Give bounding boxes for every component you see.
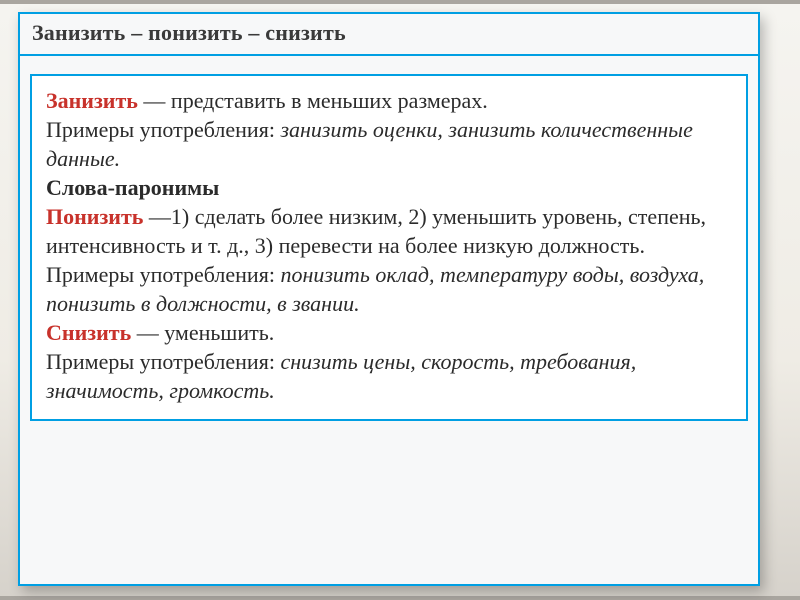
title-bar: Занизить – понизить – снизить [20, 14, 758, 56]
paronyms-header: Слова-паронимы [46, 173, 732, 202]
def-snizit: — уменьшить. [137, 320, 275, 345]
examples-zanizit: Примеры употребления: занизить оценки, з… [46, 115, 732, 173]
content-card: Занизить – понизить – снизить Занизить —… [18, 12, 760, 586]
examples-label-ponizit: Примеры употребления: [46, 262, 275, 287]
def-zanizit: — представить в меньших размерах. [143, 88, 487, 113]
entry-zanizit: Занизить — представить в меньших размера… [46, 86, 732, 115]
term-ponizit: Понизить [46, 204, 143, 229]
slide-stage: Занизить – понизить – снизить Занизить —… [0, 0, 800, 600]
examples-label-zanizit: Примеры употребления: [46, 117, 275, 142]
examples-snizit: Примеры употребления: снизить цены, скор… [46, 347, 732, 405]
entry-ponizit: Понизить —1) сделать более низким, 2) ум… [46, 202, 732, 260]
slide-title: Занизить – понизить – снизить [32, 20, 746, 46]
term-zanizit: Занизить [46, 88, 138, 113]
body-wrapper: Занизить — представить в меньших размера… [20, 56, 758, 431]
term-snizit: Снизить [46, 320, 131, 345]
examples-ponizit: Примеры употребления: понизить оклад, те… [46, 260, 732, 318]
body-box: Занизить — представить в меньших размера… [30, 74, 748, 421]
examples-label-snizit: Примеры употребления: [46, 349, 275, 374]
def-ponizit: —1) сделать более низким, 2) уменьшить у… [46, 204, 706, 258]
entry-snizit: Снизить — уменьшить. [46, 318, 732, 347]
